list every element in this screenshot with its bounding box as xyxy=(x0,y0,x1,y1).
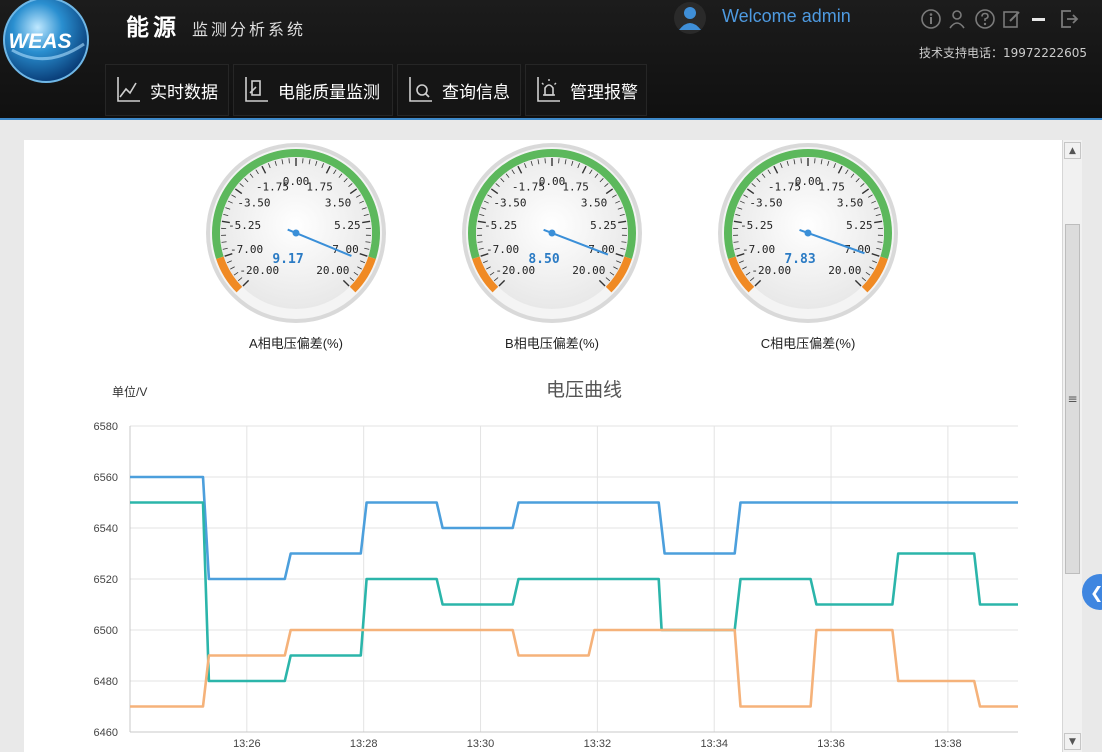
chart-y-tick-label: 6540 xyxy=(94,523,118,535)
chart-x-tick-label: 13:30 xyxy=(467,738,495,750)
gauge-tick-label: -7.00 xyxy=(742,243,775,256)
chart-y-tick-label: 6560 xyxy=(94,472,118,484)
gauge-value-text: 8.50 xyxy=(528,252,559,267)
gauge-tick-label: 0.00 xyxy=(795,175,822,188)
edit-icon[interactable] xyxy=(1001,8,1023,30)
weas-logo: WEAS xyxy=(2,0,90,90)
app-header: WEAS 能源 监测分析系统 Welcome admin 技术支持电话：1997… xyxy=(0,0,1102,120)
collapse-panel-button[interactable]: ❮ xyxy=(1082,574,1102,610)
gauge-dial: -20.00-7.00-5.25-3.50-1.750.001.753.505.… xyxy=(206,143,386,323)
gauge-tick-label: -7.00 xyxy=(486,243,519,256)
gauge-tick-label: 7.00 xyxy=(844,243,871,256)
scroll-thumb[interactable]: ≡ xyxy=(1065,224,1080,574)
chart-y-tick-label: 6580 xyxy=(94,421,118,433)
chart-x-tick-label: 13:34 xyxy=(700,738,728,750)
nav-label: 电能质量监测 xyxy=(278,82,380,103)
welcome-text: Welcome admin xyxy=(722,6,851,26)
quality-monitor-icon xyxy=(245,77,268,102)
nav-query-info[interactable]: 查询信息 xyxy=(397,64,521,116)
chevron-left-icon: ❮ xyxy=(1090,583,1102,602)
nav-alarm-management[interactable]: 管理报警 xyxy=(525,64,647,116)
query-icon xyxy=(409,77,432,102)
app-title-main: 能源 xyxy=(126,14,180,41)
chart-x-tick-label: 13:32 xyxy=(584,738,612,750)
gauge-value-text: 9.17 xyxy=(272,252,303,267)
gauge-phase-b: -20.00 -7.00 -5.25 -3.50 -1.75 0.00 1.75 3.50 5.… xyxy=(452,140,652,351)
gauge-tick-label: 5.25 xyxy=(846,219,873,232)
gauge-tick-label: 1.75 xyxy=(562,181,589,194)
minimize-icon[interactable] xyxy=(1028,8,1050,30)
gauge-tick-label: 3.50 xyxy=(837,196,864,209)
chart-x-tick-label: 13:36 xyxy=(817,738,845,750)
chart-y-tick-label: 6500 xyxy=(94,625,118,637)
gauge-tick-label: 3.50 xyxy=(581,196,608,209)
chart-x-tick-label: 13:26 xyxy=(233,738,261,750)
gauge-tick-label: -5.25 xyxy=(484,219,517,232)
gauge-tick-label: 3.50 xyxy=(325,196,352,209)
gauge-tick-label: 1.75 xyxy=(306,181,333,194)
gauge-hub xyxy=(804,229,812,237)
gauge-dial: -20.00-7.00-5.25-3.50-1.750.001.753.505.… xyxy=(462,143,642,323)
nav-label: 实时数据 xyxy=(150,82,218,103)
main-content: -20.00 -7.00 -5.25 -3.50 -1.75 0.00 1.75 3.50 5.… xyxy=(24,140,1062,752)
gauge-dial: -20.00-7.00-5.25-3.50-1.750.001.753.505.… xyxy=(718,143,898,323)
nav-power-quality[interactable]: 电能质量监测 xyxy=(233,64,393,116)
scroll-down-button[interactable]: ▼ xyxy=(1064,733,1081,750)
gauge-phase-c: -20.00 -7.00 -5.25 -3.50 -1.75 0.00 1.75 3.50 5.… xyxy=(708,140,908,351)
gauge-tick-label: 20.00 xyxy=(828,264,861,277)
gauge-tick-label: 20.00 xyxy=(572,264,605,277)
info-icon[interactable] xyxy=(920,8,942,30)
gauge-tick-label: -5.25 xyxy=(228,219,261,232)
user-avatar-icon[interactable] xyxy=(674,2,706,34)
voltage-chart-svg: 电压曲线 单位/V 6460 6480 6500 6520 6540 6560 6580 13… xyxy=(94,379,1018,750)
gauge-hub xyxy=(292,229,300,237)
exit-icon[interactable] xyxy=(1058,8,1080,30)
gauge-tick-label: -3.50 xyxy=(493,196,526,209)
gauge-tick-label: 20.00 xyxy=(316,264,349,277)
chart-x-tick-label: 13:38 xyxy=(934,738,962,750)
gauge-tick-label: -3.50 xyxy=(749,196,782,209)
gauge-tick-label: 1.75 xyxy=(818,181,845,194)
gauge-phase-a: -20.00 -7.00 -5.25 -3.50 -1.75 0.00 1.75 3.50 5.… xyxy=(196,140,396,351)
alarm-icon xyxy=(537,77,560,102)
realtime-chart-icon xyxy=(117,77,140,102)
gauge-tick-label: -5.25 xyxy=(740,219,773,232)
gauge-label: A相电压偏差(%) xyxy=(249,336,343,351)
gauge-hub xyxy=(548,229,556,237)
gauge-value-text: 7.83 xyxy=(784,252,815,267)
gauge-tick-label: 5.25 xyxy=(334,219,361,232)
gauge-label: C相电压偏差(%) xyxy=(760,336,856,351)
user-icon[interactable] xyxy=(947,8,969,30)
gauge-tick-label: -3.50 xyxy=(237,196,270,209)
support-phone: 技术支持电话：19972222605 xyxy=(919,46,1087,60)
chart-title: 电压曲线 xyxy=(546,379,622,401)
scroll-up-button[interactable]: ▲ xyxy=(1064,142,1081,159)
vertical-scrollbar[interactable]: ▲ ≡ ▼ xyxy=(1062,140,1082,752)
logo-text: WEAS xyxy=(9,30,72,53)
nav-label: 管理报警 xyxy=(570,82,638,103)
header-divider xyxy=(0,118,1102,120)
nav-label: 查询信息 xyxy=(442,82,510,103)
app-title-sub: 监测分析系统 xyxy=(192,20,307,39)
gauge-tick-label: 0.00 xyxy=(283,175,310,188)
chart-y-tick-label: 6520 xyxy=(94,574,118,586)
gauge-tick-label: 5.25 xyxy=(590,219,617,232)
nav-realtime-data[interactable]: 实时数据 xyxy=(105,64,229,116)
gauge-tick-label: -7.00 xyxy=(230,243,263,256)
gauge-tick-label: 0.00 xyxy=(539,175,566,188)
chart-y-tick-label: 6480 xyxy=(94,676,118,688)
chart-y-unit: 单位/V xyxy=(112,384,147,399)
chart-y-tick-label: 6460 xyxy=(94,727,118,739)
voltage-chart: 电压曲线 单位/V 6460 6480 6500 6520 6540 6560 6580 13… xyxy=(24,370,1062,752)
help-icon[interactable] xyxy=(974,8,996,30)
chart-x-tick-label: 13:28 xyxy=(350,738,378,750)
gauge-label: B相电压偏差(%) xyxy=(505,336,599,351)
